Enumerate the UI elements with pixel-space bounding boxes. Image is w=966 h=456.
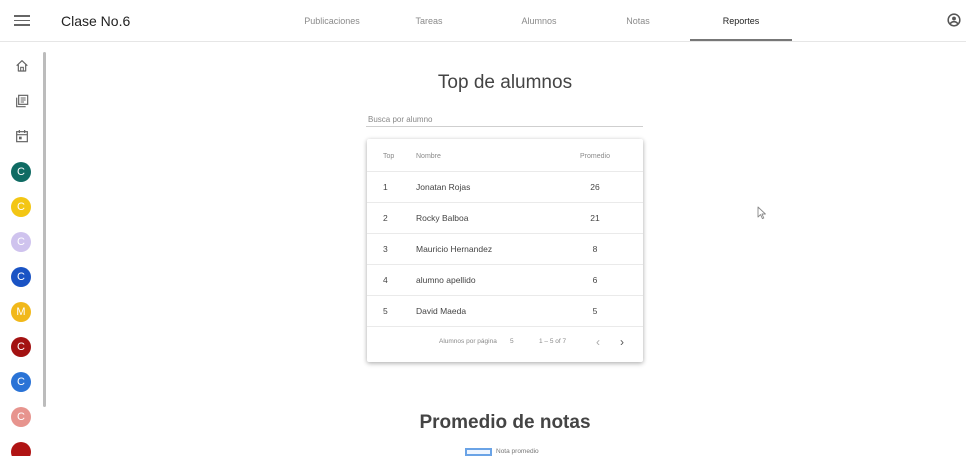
table-header: Top Nombre Promedio bbox=[367, 141, 643, 172]
tab-tareas[interactable]: Tareas bbox=[405, 0, 453, 42]
mouse-cursor-icon bbox=[757, 206, 766, 220]
tab-bar: Publicaciones Tareas Alumnos Notas Repor… bbox=[0, 0, 966, 42]
per-page-select[interactable]: 5 bbox=[510, 333, 514, 351]
rail-scrollbar[interactable] bbox=[43, 52, 46, 407]
average-cell: 5 bbox=[592, 306, 598, 316]
course-avatar[interactable] bbox=[11, 442, 31, 456]
name-cell: David Maeda bbox=[416, 306, 467, 316]
header-name[interactable]: Nombre bbox=[416, 141, 441, 172]
left-rail: CCCCMCCC bbox=[0, 42, 46, 456]
name-cell: Jonatan Rojas bbox=[416, 182, 471, 192]
name-cell: alumno apellido bbox=[416, 275, 476, 285]
course-avatar[interactable]: C bbox=[11, 197, 31, 217]
pagination: Alumnos por página 5 1 – 5 of 7 ‹ › bbox=[367, 333, 643, 359]
tab-publicaciones[interactable]: Publicaciones bbox=[301, 0, 363, 42]
header-top[interactable]: Top bbox=[383, 141, 394, 172]
course-avatar[interactable]: C bbox=[11, 267, 31, 287]
top-bar: Clase No.6 Publicaciones Tareas Alumnos … bbox=[0, 0, 966, 42]
course-avatar[interactable]: C bbox=[11, 162, 31, 182]
grades-title: Promedio de notas bbox=[419, 412, 591, 433]
per-page-label: Alumnos por página bbox=[439, 338, 497, 345]
legend-swatch bbox=[465, 448, 492, 456]
account-icon[interactable] bbox=[947, 13, 961, 27]
library-icon[interactable] bbox=[14, 93, 30, 109]
tab-reportes[interactable]: Reportes bbox=[690, 0, 792, 42]
course-avatar[interactable]: M bbox=[11, 302, 31, 322]
course-avatar[interactable]: C bbox=[11, 337, 31, 357]
legend-label: Nota promedio bbox=[496, 448, 539, 455]
page-range: 1 – 5 of 7 bbox=[539, 338, 567, 345]
header-average[interactable]: Promedio bbox=[575, 141, 615, 172]
rank-cell: 4 bbox=[383, 275, 388, 285]
name-cell: Rocky Balboa bbox=[416, 213, 469, 223]
average-cell: 26 bbox=[590, 182, 600, 192]
tab-notas[interactable]: Notas bbox=[618, 0, 658, 42]
name-cell: Mauricio Hernandez bbox=[416, 244, 493, 254]
course-avatar[interactable]: C bbox=[11, 372, 31, 392]
rank-cell: 2 bbox=[383, 213, 388, 223]
active-tab-indicator bbox=[690, 39, 792, 41]
table-row[interactable]: 3 Mauricio Hernandez 8 bbox=[367, 234, 643, 265]
table-row[interactable]: 4 alumno apellido 6 bbox=[367, 265, 643, 296]
calendar-icon[interactable] bbox=[14, 128, 30, 144]
next-page-button[interactable]: › bbox=[620, 333, 624, 351]
previous-page-button[interactable]: ‹ bbox=[596, 333, 600, 351]
students-table: Top Nombre Promedio 1 Jonatan Rojas 26 2 Roc… bbox=[367, 139, 643, 362]
table-row[interactable]: 1 Jonatan Rojas 26 bbox=[367, 172, 643, 203]
table-row[interactable]: 2 Rocky Balboa 21 bbox=[367, 203, 643, 234]
table-row[interactable]: 5 David Maeda 5 bbox=[367, 296, 643, 327]
page-title: Top de alumnos bbox=[437, 72, 573, 93]
average-cell: 6 bbox=[592, 275, 598, 285]
search-input[interactable] bbox=[366, 112, 643, 127]
rank-cell: 3 bbox=[383, 244, 388, 254]
rank-cell: 5 bbox=[383, 306, 388, 316]
tab-alumnos[interactable]: Alumnos bbox=[514, 0, 564, 42]
average-cell: 21 bbox=[590, 213, 600, 223]
course-avatar[interactable]: C bbox=[11, 232, 31, 252]
rank-cell: 1 bbox=[383, 182, 388, 192]
average-cell: 8 bbox=[592, 244, 598, 254]
